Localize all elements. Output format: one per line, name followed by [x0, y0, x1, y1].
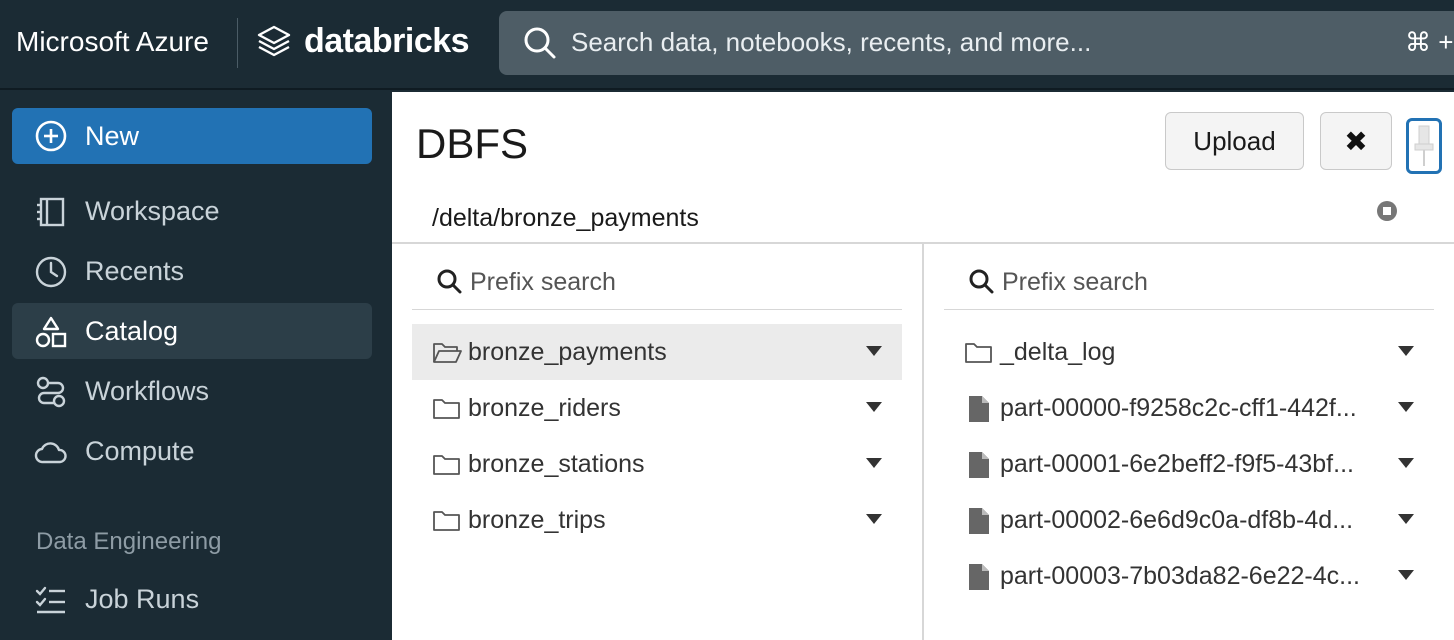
file-name: part-00002-6e6d9c0a-df8b-4d...	[1000, 506, 1354, 534]
file-row[interactable]: part-00002-6e6d9c0a-df8b-4d...	[944, 492, 1434, 548]
sidebar-item-label: Compute	[85, 436, 195, 466]
sidebar: New Workspace Recents Catalog Workflows …	[0, 90, 392, 640]
search-icon	[437, 269, 462, 294]
prefix-search-input[interactable]	[470, 264, 890, 300]
databricks-brand[interactable]: databricks	[304, 22, 470, 61]
folder-name: bronze_trips	[468, 506, 606, 534]
caret-down-icon[interactable]	[866, 458, 882, 468]
folder-icon	[433, 399, 460, 419]
folder-row[interactable]: bronze_riders	[412, 380, 902, 436]
close-button[interactable]: ✖	[1320, 112, 1392, 170]
current-path: /delta/bronze_payments	[432, 204, 699, 232]
azure-brand[interactable]: Microsoft Azure	[16, 26, 209, 58]
folder-name: bronze_payments	[468, 338, 667, 366]
file-icon	[969, 508, 989, 534]
folder-row[interactable]: bronze_trips	[412, 492, 902, 548]
folder-open-icon	[433, 343, 462, 363]
file-row[interactable]: part-00000-f9258c2c-cff1-442f...	[944, 380, 1434, 436]
caret-down-icon[interactable]	[1398, 570, 1414, 580]
stop-icon[interactable]	[1376, 200, 1398, 222]
workflows-icon	[36, 376, 66, 408]
file-icon	[969, 564, 989, 590]
folder-name: bronze_stations	[468, 450, 645, 478]
sidebar-item-label: Recents	[85, 256, 185, 286]
folder-column-right: _delta_log part-00000-f9258c2c-cff1-442f…	[944, 244, 1434, 640]
prefix-search-input[interactable]	[1002, 264, 1422, 300]
sidebar-item-workspace[interactable]: Workspace	[12, 183, 372, 239]
caret-down-icon[interactable]	[866, 346, 882, 356]
file-row[interactable]: part-00001-6e2beff2-f9f5-43bf...	[944, 436, 1434, 492]
prefix-search-right[interactable]	[944, 258, 1434, 310]
caret-down-icon[interactable]	[866, 402, 882, 412]
file-icon	[969, 396, 989, 422]
dbfs-panel: DBFS Upload ✖ /delta/bronze_payments Pre…	[392, 92, 1454, 640]
folder-icon	[433, 511, 460, 531]
file-name: part-00001-6e2beff2-f9f5-43bf...	[1000, 450, 1354, 478]
search-placeholder: Search data, notebooks, recents, and mor…	[571, 27, 1092, 57]
folder-icon	[965, 343, 992, 363]
sidebar-item-recents[interactable]: Recents	[12, 243, 372, 299]
folder-name: bronze_riders	[468, 394, 621, 422]
new-button-label: New	[85, 121, 140, 151]
plus-circle-icon	[35, 120, 67, 152]
brand-divider	[237, 18, 238, 68]
caret-down-icon[interactable]	[1398, 346, 1414, 356]
close-icon: ✖	[1344, 126, 1368, 157]
sidebar-item-label: Workflows	[85, 376, 210, 406]
caret-down-icon[interactable]	[1398, 514, 1414, 524]
catalog-icon	[35, 316, 67, 348]
sidebar-item-compute[interactable]: Compute	[12, 423, 372, 479]
sidebar-item-job-runs[interactable]: Job Runs	[12, 571, 372, 627]
caret-down-icon[interactable]	[1398, 402, 1414, 412]
column-divider	[922, 244, 924, 640]
folder-row[interactable]: bronze_stations	[412, 436, 902, 492]
file-name: part-00003-7b03da82-6e22-4c...	[1000, 562, 1360, 590]
global-search-bar[interactable]: Search data, notebooks, recents, and mor…	[499, 11, 1454, 75]
pin-button[interactable]	[1406, 118, 1442, 174]
pin-icon	[1414, 125, 1434, 166]
sidebar-item-workflows[interactable]: Workflows	[12, 363, 372, 419]
file-row[interactable]: part-00003-7b03da82-6e22-4c...	[944, 548, 1434, 604]
top-bar: Microsoft Azure databricks Search data, …	[0, 0, 1454, 90]
upload-button[interactable]: Upload	[1165, 112, 1304, 170]
job-runs-icon	[35, 586, 65, 614]
clock-icon	[35, 256, 67, 288]
page-title: DBFS	[416, 120, 529, 167]
sidebar-item-catalog[interactable]: Catalog	[12, 303, 372, 359]
file-name: part-00000-f9258c2c-cff1-442f...	[1000, 394, 1357, 422]
search-icon	[969, 269, 994, 294]
cloud-icon	[34, 442, 67, 464]
folder-row[interactable]: _delta_log	[944, 324, 1434, 380]
prefix-search-left[interactable]	[412, 258, 902, 310]
new-button[interactable]: New	[12, 108, 372, 164]
sidebar-item-label: Job Runs	[85, 584, 200, 614]
sidebar-item-label: Catalog	[85, 316, 179, 346]
file-icon	[969, 452, 989, 478]
caret-down-icon[interactable]	[866, 514, 882, 524]
sidebar-item-label: Workspace	[85, 196, 220, 226]
folder-row[interactable]: bronze_payments	[412, 324, 902, 380]
section-title: Data Engineering	[36, 528, 222, 555]
folder-icon	[433, 455, 460, 475]
caret-down-icon[interactable]	[1398, 458, 1414, 468]
folder-column-left: bronze_payments bronze_riders bronze_sta…	[412, 244, 902, 640]
databricks-logo-icon	[257, 25, 291, 57]
search-icon	[524, 27, 556, 59]
search-shortcut: ⌘ +	[1405, 27, 1454, 57]
workspace-icon	[37, 197, 65, 227]
folder-name: _delta_log	[1000, 338, 1116, 366]
